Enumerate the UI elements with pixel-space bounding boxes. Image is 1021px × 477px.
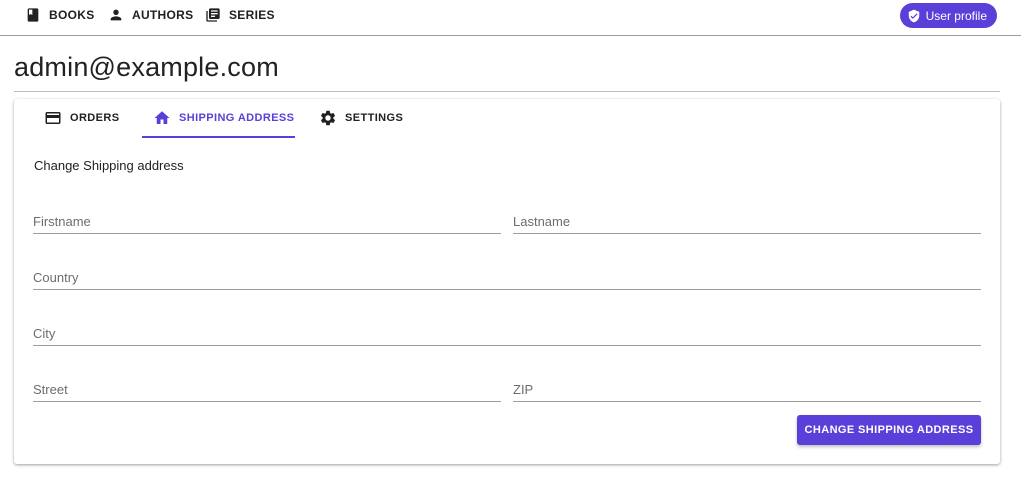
- nav-books[interactable]: BOOKS: [25, 0, 95, 30]
- nav-authors-label: AUTHORS: [132, 8, 194, 22]
- nav-authors[interactable]: AUTHORS: [108, 0, 193, 30]
- lastname-field: [513, 210, 981, 234]
- nav-series-label: SERIES: [229, 8, 275, 22]
- tab-shipping-address[interactable]: SHIPPING ADDRESS: [153, 99, 294, 137]
- profile-card: ORDERS SHIPPING ADDRESS SETTINGS Change …: [14, 99, 1000, 464]
- country-input[interactable]: [33, 266, 981, 289]
- change-shipping-address-button[interactable]: CHANGE SHIPPING ADDRESS: [797, 415, 981, 445]
- book-icon: [25, 7, 41, 23]
- city-input[interactable]: [33, 322, 981, 345]
- street-field: [33, 378, 501, 402]
- shield-check-icon: [907, 9, 921, 23]
- page-title: admin@example.com: [14, 52, 279, 82]
- zip-input[interactable]: [513, 378, 981, 401]
- tab-orders-label: ORDERS: [70, 112, 120, 124]
- firstname-input[interactable]: [33, 210, 501, 233]
- active-tab-indicator: [142, 136, 295, 138]
- form-heading: Change Shipping address: [34, 158, 184, 173]
- nav-books-label: BOOKS: [49, 8, 95, 22]
- tab-orders[interactable]: ORDERS: [44, 99, 119, 137]
- home-icon: [153, 109, 171, 127]
- title-divider: [14, 91, 1000, 92]
- lastname-input[interactable]: [513, 210, 981, 233]
- tab-shipping-address-label: SHIPPING ADDRESS: [179, 112, 295, 124]
- city-field: [33, 322, 981, 346]
- user-profile-label: User profile: [925, 8, 987, 23]
- tab-settings[interactable]: SETTINGS: [319, 99, 403, 137]
- firstname-field: [33, 210, 501, 234]
- nav-series[interactable]: SERIES: [205, 0, 275, 30]
- country-field: [33, 266, 981, 290]
- top-nav: BOOKS AUTHORS SERIES User profile: [0, 0, 1021, 36]
- credit-card-icon: [44, 109, 62, 127]
- user-profile-button[interactable]: User profile: [899, 3, 997, 28]
- tab-settings-label: SETTINGS: [345, 112, 404, 124]
- street-input[interactable]: [33, 378, 501, 401]
- zip-field: [513, 378, 981, 402]
- person-icon: [108, 7, 124, 23]
- gear-icon: [319, 109, 337, 127]
- library-icon: [205, 7, 221, 23]
